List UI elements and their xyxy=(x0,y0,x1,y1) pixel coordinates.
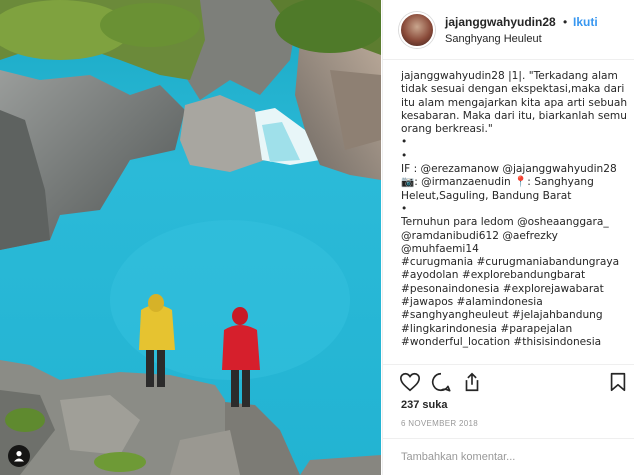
divider xyxy=(383,364,634,365)
header-username[interactable]: jajanggwahyudin28 xyxy=(445,15,556,29)
bookmark-icon xyxy=(610,372,626,392)
follow-button[interactable]: Ikuti xyxy=(573,15,598,29)
caption-line: @muhfaemi14 xyxy=(401,242,479,255)
caption-line: #ayodolan #explorebandungbarat xyxy=(401,269,586,282)
caption-line: #pesonaindonesia #explorejawabarat xyxy=(401,282,604,295)
caption: jajanggwahyudin28 |1|. "Terkadang alam ti… xyxy=(401,70,627,366)
likes-count[interactable]: 237 suka xyxy=(401,399,447,411)
save-button[interactable] xyxy=(607,371,629,393)
caption-line: • xyxy=(401,149,408,162)
divider xyxy=(383,438,634,439)
post-date[interactable]: 6 NOVEMBER 2018 xyxy=(401,419,478,428)
person-icon xyxy=(14,451,24,462)
post-header: jajanggwahyudin28 • Ikuti Sanghyang Heul… xyxy=(383,0,634,60)
post-image xyxy=(0,0,381,475)
header-separator: • xyxy=(563,15,568,29)
caption-line: Ternuhun para ledom @osheaanggara_ xyxy=(401,216,609,229)
share-icon xyxy=(465,372,479,392)
caption-line: #sanghyangheuleut #jelajahbandung xyxy=(401,309,603,322)
action-bar xyxy=(399,371,629,395)
caption-line: 📷: @irmanzaenudin 📍: Sanghyang xyxy=(401,176,594,189)
comment-input[interactable]: Tambahkan komentar... xyxy=(401,451,515,463)
share-button[interactable] xyxy=(461,371,483,393)
avatar[interactable] xyxy=(399,12,435,48)
caption-line: #curugmania #curugmaniabandungraya xyxy=(401,256,620,269)
caption-line: #wonderful_location #thisisindonesia xyxy=(401,335,602,348)
caption-line: #lingkarindonesia #parapejalan xyxy=(401,322,573,335)
caption-line: • xyxy=(401,202,408,215)
caption-line: Heleut,Saguling, Bandung Barat xyxy=(401,189,572,202)
user-tag-button[interactable] xyxy=(8,445,30,467)
heart-icon xyxy=(400,372,420,392)
comment-icon xyxy=(431,372,451,392)
caption-line: tidak sesuai dengan ekspektasi,maka dari xyxy=(401,83,625,96)
caption-line: kesabaran. Maka dari itu, biarkanlah sem… xyxy=(401,109,627,122)
post-details-panel: jajanggwahyudin28 • Ikuti Sanghyang Heul… xyxy=(382,0,634,475)
caption-line: itu alam mengajarkan kita apa arti sebua… xyxy=(401,96,627,109)
caption-line: • xyxy=(401,136,408,149)
caption-first-line: jajanggwahyudin28 |1|. "Terkadang alam xyxy=(401,70,618,82)
caption-line: @ramdanibudi612 @aefrezky xyxy=(401,229,558,242)
like-button[interactable] xyxy=(399,371,421,393)
post-photo[interactable] xyxy=(0,0,381,475)
location-link[interactable]: Sanghyang Heuleut xyxy=(445,33,542,45)
caption-line: IF : @erezamanow @jajanggwahyudin28 xyxy=(401,163,617,176)
comment-button[interactable] xyxy=(430,371,452,393)
caption-line: #jawapos #alamindonesia xyxy=(401,296,543,309)
caption-line: orang berkreasi." xyxy=(401,123,493,136)
